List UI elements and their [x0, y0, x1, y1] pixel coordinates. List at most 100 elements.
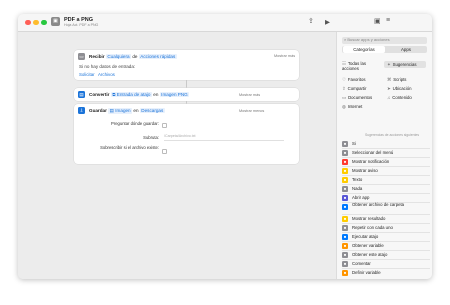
category-internet[interactable]: ◍ Internet	[342, 104, 362, 110]
suggestion-label: Definir variable	[352, 269, 381, 275]
category-share-label: Compartir	[347, 86, 367, 91]
share-icon: ⇪	[342, 86, 346, 91]
suggestion-item[interactable]: ■ Definir variable	[342, 268, 430, 277]
input-type-token[interactable]: Cualquiera	[105, 54, 132, 59]
zoom-window-button[interactable]	[41, 19, 47, 25]
item-token[interactable]: ▤ Imagen	[108, 108, 133, 114]
suggestion-item[interactable]: ■ Obtener archivo de carpeta	[342, 202, 430, 214]
no-input-label: Si no hay datos de entrada:	[79, 64, 136, 69]
convert-action-card[interactable]: ▤ Convertir ⧉ Entrada de atajo en Imagen…	[74, 88, 299, 101]
input-token-label: Entrada de atajo	[116, 92, 151, 97]
overwrite-label: Sobrescribir si el archivo existe:	[100, 145, 159, 150]
category-suggestions-label: Sugerencias	[392, 61, 417, 67]
category-suggestions[interactable]: ✦ Sugerencias	[384, 61, 426, 68]
action-library-sidebar: ⌕ Buscar apps y acciones Categorías Apps…	[336, 32, 432, 279]
suggestion-label: Comentar	[352, 260, 371, 266]
receive-action-card[interactable]: ▭ Recibir Cualquiera de Acciones rápidas…	[74, 50, 299, 80]
suggestion-label: Mostrar aviso	[352, 167, 378, 173]
save-connector: en	[133, 108, 139, 113]
receive-label: Recibir	[89, 54, 105, 59]
heart-icon: ♡	[342, 77, 346, 82]
globe-icon: ◍	[342, 104, 346, 109]
category-scripts[interactable]: ⌘ Scripts	[387, 77, 406, 83]
result-icon: ■	[342, 215, 348, 222]
suggestion-item[interactable]: ■ Diccionario	[342, 277, 430, 279]
category-favorites[interactable]: ♡ Favoritos	[342, 77, 366, 83]
tab-apps[interactable]: Apps	[385, 46, 427, 53]
location-icon: ➤	[387, 86, 391, 91]
destination-token[interactable]: Descargas	[139, 108, 165, 113]
category-all-actions[interactable]: ☷ Todas las acciones	[342, 61, 380, 71]
suggestion-label: Diccionario	[352, 279, 373, 280]
suggestion-label: Repetir con cada uno	[352, 224, 393, 230]
document-icon: ▭	[342, 95, 347, 100]
suggestion-label: Si	[352, 140, 356, 146]
convert-label: Convertir	[89, 92, 110, 97]
suggestion-label: Abrir app	[352, 194, 370, 200]
close-window-button[interactable]	[25, 19, 31, 25]
format-token[interactable]: Imagen PNG	[159, 92, 190, 97]
scripts-icon: ⌘	[387, 77, 392, 82]
overwrite-toggle[interactable]	[162, 149, 167, 154]
suggestion-label: Obtener variable	[352, 242, 384, 248]
subpath-label: Subruta:	[143, 135, 159, 140]
share-icon[interactable]: ⇪	[308, 17, 314, 25]
receive-connector: de	[132, 54, 138, 59]
category-documents[interactable]: ▭ Documentos	[342, 95, 372, 101]
app-window: ▣ PDF a PNG Hoja Act. PDF a PNG ⇪ ▶ ▣ ≡ …	[18, 14, 432, 279]
action-connector	[186, 80, 187, 88]
content-icon: ♫	[387, 95, 391, 100]
sparkles-icon: ✦	[387, 61, 391, 67]
set-variable-icon: ■	[342, 269, 348, 276]
library-list-icon[interactable]: ≡	[386, 17, 390, 24]
source-token[interactable]: Acciones rápidas	[138, 54, 177, 59]
details-icon[interactable]: ▣	[374, 17, 381, 25]
title-bar: ▣ PDF a PNG Hoja Act. PDF a PNG ⇪ ▶ ▣ ≡	[18, 14, 432, 32]
show-less-link[interactable]: Mostrar menos	[239, 109, 264, 113]
menu-icon: ■	[342, 149, 348, 156]
save-action-card[interactable]: ⇩ Guardar ▤ Imagen en Descargas Mostrar …	[74, 104, 299, 164]
category-location[interactable]: ➤ Ubicación	[387, 86, 411, 92]
category-internet-label: Internet	[347, 104, 363, 109]
segmented-control: Categorías Apps	[342, 46, 427, 53]
ask-where-toggle[interactable]	[162, 123, 167, 128]
show-more-link[interactable]: Mostrar más	[274, 54, 295, 58]
alert-icon: ■	[342, 167, 348, 174]
save-label: Guardar	[89, 108, 107, 113]
category-share[interactable]: ⇪ Compartir	[342, 86, 366, 92]
option-ask[interactable]: Solicitar	[79, 72, 95, 77]
convert-connector: en	[153, 92, 159, 97]
suggestion-label: Ejecutar atajo	[352, 233, 379, 239]
image-convert-icon: ▤	[78, 91, 85, 98]
minimize-window-button[interactable]	[33, 19, 39, 25]
run-icon[interactable]: ▶	[325, 18, 330, 26]
option-files[interactable]: Archivos	[98, 72, 115, 77]
search-field[interactable]: ⌕ Buscar apps y acciones	[342, 37, 427, 44]
suggestion-label: Obtener archivo de carpeta	[352, 202, 405, 207]
category-content-label: Contenido	[392, 95, 412, 100]
subpath-input[interactable]: /Carpeta/Archivo.txt	[164, 134, 284, 141]
shortcut-editor: ▭ Recibir Cualquiera de Acciones rápidas…	[18, 32, 336, 279]
receive-icon: ▭	[78, 53, 85, 60]
search-placeholder: Buscar apps y acciones	[347, 37, 390, 42]
dictionary-icon: ■	[342, 278, 348, 279]
nothing-icon: ■	[342, 185, 348, 192]
window-subtitle: Hoja Act. PDF a PNG	[64, 23, 99, 27]
shortcut-icon: ▣	[51, 17, 60, 26]
category-favorites-label: Favoritos	[347, 77, 366, 82]
text-icon: ■	[342, 176, 348, 183]
show-more-link[interactable]: Mostrar más	[239, 93, 260, 97]
variable-icon: ■	[342, 242, 348, 249]
shortcut-icon: ■	[342, 233, 348, 240]
search-icon: ⌕	[344, 37, 347, 42]
open-app-icon: ■	[342, 194, 348, 201]
suggestions-title: Sugerencias de acciones siguientes	[365, 133, 420, 137]
tab-categories[interactable]: Categorías	[343, 46, 385, 53]
input-token[interactable]: ⧉ Entrada de atajo	[110, 92, 152, 97]
category-content[interactable]: ♫ Contenido	[387, 95, 412, 100]
this-shortcut-icon: ■	[342, 251, 348, 258]
suggestion-label: Texto	[352, 176, 363, 182]
repeat-icon: ■	[342, 224, 348, 231]
suggestion-label: Seleccionar del menú	[352, 149, 394, 155]
save-icon: ⇩	[78, 107, 85, 114]
